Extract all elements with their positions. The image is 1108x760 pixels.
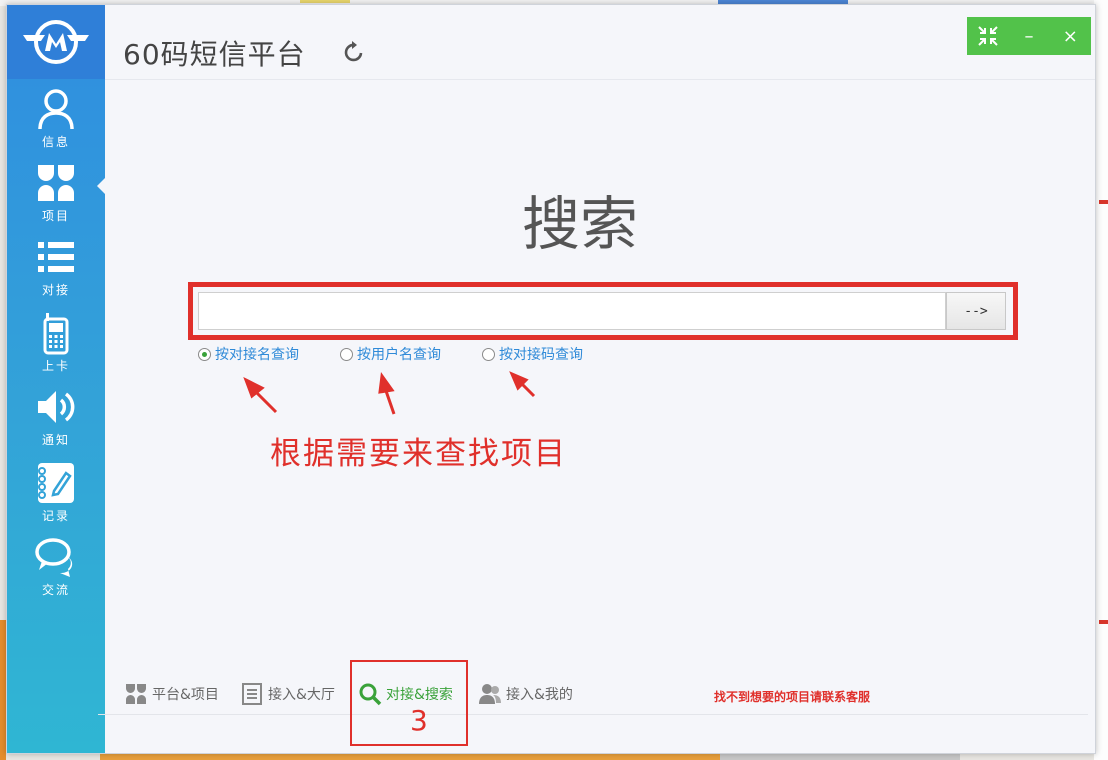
phone-icon bbox=[43, 313, 69, 355]
annotation-text: 根据需要来查找项目 bbox=[270, 436, 567, 472]
clover-grid-icon bbox=[126, 684, 146, 704]
sidebar-item-label: 上卡 bbox=[41, 359, 70, 373]
sidebar-item-info[interactable]: 信息 bbox=[7, 83, 105, 157]
background-app-mark bbox=[1099, 200, 1108, 204]
tab-label: 接入&大厅 bbox=[268, 687, 335, 703]
list-icon bbox=[38, 242, 74, 272]
tab-access-mine[interactable]: 接入&我的 bbox=[478, 680, 573, 708]
sidebar-item-label: 对接 bbox=[41, 283, 70, 297]
sidebar-item-label: 记录 bbox=[41, 509, 70, 523]
sidebar-item-label: 通知 bbox=[41, 433, 70, 447]
tab-label: 接入&我的 bbox=[506, 687, 573, 703]
minimize-button[interactable]: – bbox=[1012, 21, 1046, 51]
sidebar-item-label: 项目 bbox=[41, 209, 70, 223]
radio-label: 按对接码查询 bbox=[499, 347, 583, 363]
compress-arrows-icon bbox=[977, 26, 998, 46]
radio-button-checked[interactable] bbox=[198, 347, 211, 361]
sidebar-item-chat[interactable]: 交流 bbox=[7, 531, 105, 605]
window-controls: – × bbox=[967, 17, 1091, 55]
sidebar-item-label: 信息 bbox=[41, 135, 70, 149]
header-divider bbox=[105, 79, 1095, 80]
users-icon bbox=[479, 684, 501, 704]
speaker-icon bbox=[38, 391, 75, 423]
notebook-pen-icon bbox=[38, 463, 74, 503]
radio-label: 按用户名查询 bbox=[357, 347, 441, 363]
contact-support-note[interactable]: 找不到想要的项目请联系客服 bbox=[714, 688, 870, 705]
user-icon bbox=[38, 89, 74, 130]
document-list-icon bbox=[242, 683, 262, 705]
chat-bubbles-icon bbox=[35, 538, 73, 577]
tab-platform-projects[interactable]: 平台&项目 bbox=[124, 680, 219, 708]
background-app-edge bbox=[1094, 0, 1108, 760]
close-button[interactable]: × bbox=[1053, 21, 1087, 51]
radio-by-username[interactable]: 按用户名查询 bbox=[340, 343, 441, 365]
search-heading: 搜索 bbox=[521, 190, 638, 258]
app-logo bbox=[7, 5, 105, 79]
annotation-tab-number: 3 bbox=[410, 704, 428, 737]
clover-grid-icon bbox=[38, 165, 74, 201]
radio-button[interactable] bbox=[482, 347, 495, 361]
sidebar-item-records[interactable]: 记录 bbox=[7, 457, 105, 531]
sidebar-item-card[interactable]: 上卡 bbox=[7, 307, 105, 381]
app-title: 60码短信平台 bbox=[123, 38, 306, 71]
search-input[interactable] bbox=[198, 292, 946, 330]
search-go-button[interactable]: --> bbox=[946, 292, 1006, 330]
background-app-accent bbox=[300, 0, 350, 3]
sidebar-item-label: 交流 bbox=[41, 583, 70, 597]
sidebar-item-connect[interactable]: 对接 bbox=[7, 231, 105, 305]
logo-icon bbox=[23, 20, 89, 64]
sidebar: 信息 项目 对接 上卡 通知 记录 交流 bbox=[7, 5, 106, 753]
sidebar-item-projects[interactable]: 项目 bbox=[7, 157, 105, 231]
radio-button[interactable] bbox=[340, 347, 353, 361]
app-window: 信息 项目 对接 上卡 通知 记录 交流 60码短信平台 – × 搜索 bbox=[6, 4, 1096, 754]
sidebar-item-notify[interactable]: 通知 bbox=[7, 381, 105, 455]
radio-by-connect-code[interactable]: 按对接码查询 bbox=[482, 343, 583, 365]
tab-label: 平台&项目 bbox=[152, 687, 219, 703]
tab-access-hall[interactable]: 接入&大厅 bbox=[240, 680, 335, 708]
annotation-tab-highlight bbox=[350, 660, 468, 746]
restore-button[interactable] bbox=[971, 21, 1005, 51]
background-app-mark bbox=[1099, 620, 1108, 624]
refresh-icon[interactable] bbox=[341, 39, 367, 65]
radio-by-connect-name[interactable]: 按对接名查询 bbox=[198, 343, 299, 365]
radio-label: 按对接名查询 bbox=[215, 347, 299, 363]
bottom-divider bbox=[98, 714, 1088, 715]
